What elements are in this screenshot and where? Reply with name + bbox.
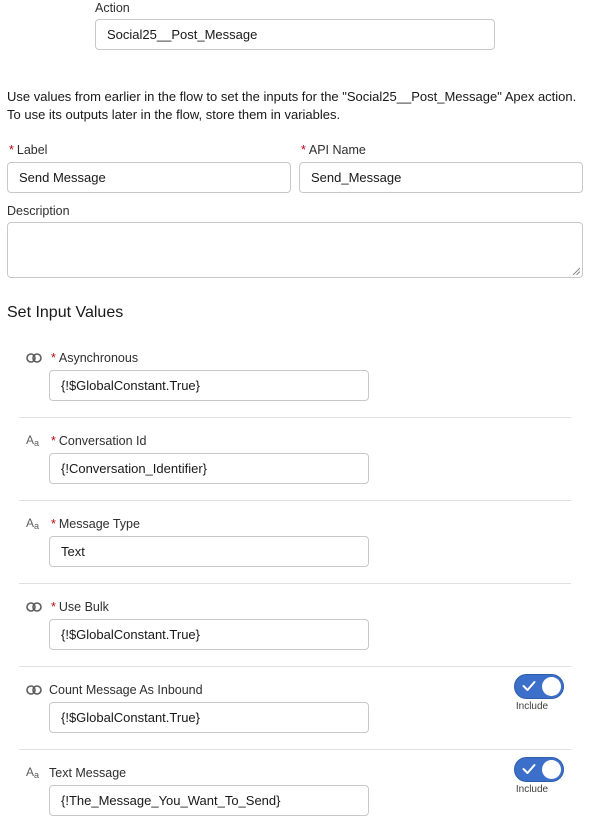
required-marker: * — [301, 143, 306, 157]
api-name-input[interactable]: Send_Message — [299, 162, 583, 193]
input-label: Text Message — [49, 766, 127, 780]
label-field-label: * Label — [9, 143, 48, 157]
section-title: Set Input Values — [7, 304, 124, 321]
description-textarea[interactable] — [7, 222, 583, 278]
input-label: * Message Type — [51, 517, 140, 531]
input-value-conversation-id[interactable]: {!Conversation_Identifier} — [49, 453, 369, 484]
action-field[interactable]: Social25__Post_Message — [95, 19, 495, 50]
row-divider — [19, 500, 571, 501]
input-label: * Asynchronous — [51, 351, 139, 365]
input-value-count-message-as-inbound[interactable]: {!$GlobalConstant.True} — [49, 702, 369, 733]
check-icon — [522, 764, 536, 774]
row-divider — [19, 749, 571, 750]
flow-action-editor: Action Social25__Post_Message Use values… — [0, 0, 590, 835]
check-icon — [522, 681, 536, 691]
text-type-icon: Aa — [26, 433, 40, 448]
row-divider — [19, 666, 571, 667]
input-label: * Conversation Id — [51, 434, 147, 448]
input-value-asynchronous[interactable]: {!$GlobalConstant.True} — [49, 370, 369, 401]
description-label: Description — [7, 204, 70, 218]
toggle-label: Include — [515, 701, 549, 712]
label-input[interactable]: Send Message — [7, 162, 291, 193]
required-marker: * — [9, 143, 14, 157]
include-toggle[interactable] — [514, 674, 564, 699]
resize-grip-icon[interactable] — [572, 267, 580, 275]
text-type-icon: Aa — [26, 765, 40, 780]
api-name-field-label: * API Name — [301, 143, 366, 157]
input-value-message-type[interactable]: Text — [49, 536, 369, 567]
toggle-knob — [542, 760, 561, 779]
toggle-knob — [542, 677, 561, 696]
row-divider — [19, 417, 571, 418]
input-label: Count Message As Inbound — [49, 683, 203, 697]
intro-text: Use values from earlier in the flow to s… — [7, 89, 577, 122]
input-label: * Use Bulk — [51, 600, 109, 614]
row-divider — [19, 583, 571, 584]
boolean-icon — [26, 602, 42, 612]
boolean-icon — [26, 685, 42, 695]
toggle-label: Include — [515, 784, 549, 795]
action-label: Action — [95, 1, 130, 15]
input-value-use-bulk[interactable]: {!$GlobalConstant.True} — [49, 619, 369, 650]
include-toggle[interactable] — [514, 757, 564, 782]
boolean-icon — [26, 353, 42, 363]
text-type-icon: Aa — [26, 516, 40, 531]
input-value-text-message[interactable]: {!The_Message_You_Want_To_Send} — [49, 785, 369, 816]
